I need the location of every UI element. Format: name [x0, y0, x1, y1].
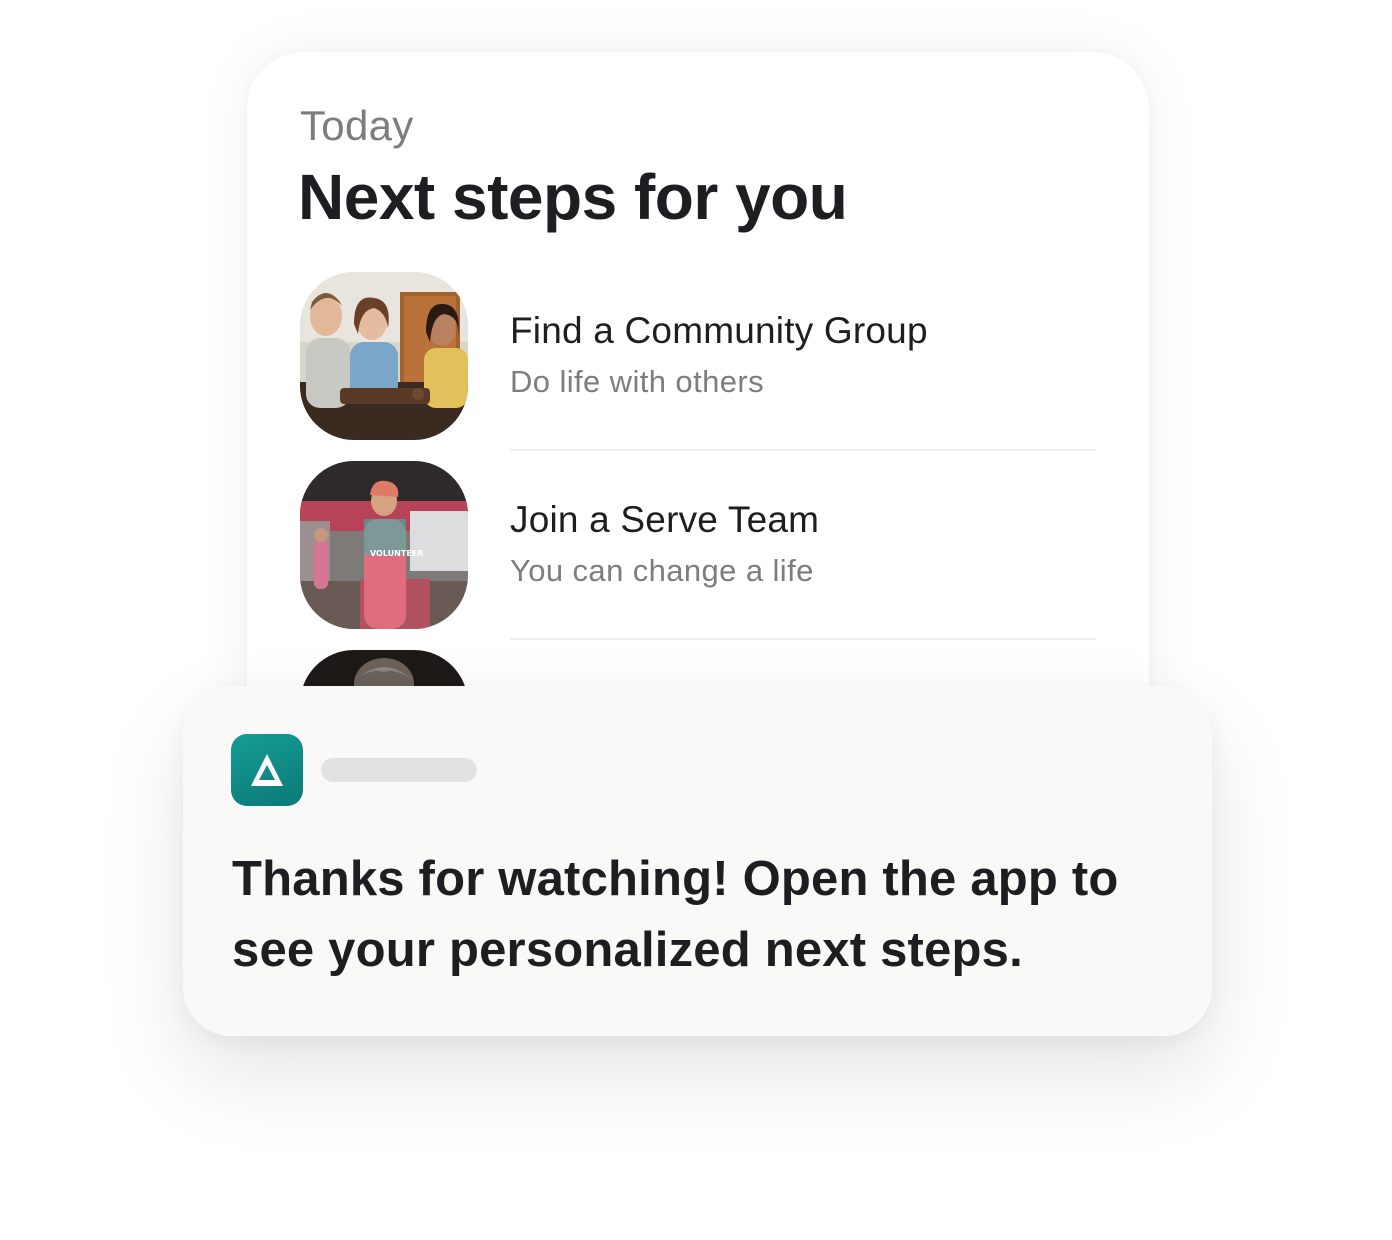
page-title: Next steps for you: [298, 161, 848, 233]
step-title: Join a Serve Team: [510, 499, 820, 540]
volunteer-photo: VOLUNTEER: [300, 461, 468, 629]
step-subtitle: Do life with others: [510, 364, 764, 399]
divider: [510, 449, 1096, 451]
step-title: Find a Community Group: [510, 310, 928, 351]
stage: Today Next steps for you Find a Communit…: [0, 0, 1392, 1240]
step-item-serve-team[interactable]: VOLUNTEER Join a Serve Team You can chan…: [300, 461, 1100, 640]
delta-app-icon: [231, 734, 303, 806]
step-item-community-group[interactable]: Find a Community Group Do life with othe…: [300, 272, 1100, 451]
notification-message: Thanks for watching! Open the app to see…: [232, 852, 1119, 977]
step-text: Join a Serve Team You can change a life: [510, 499, 819, 589]
step-subtitle: You can change a life: [510, 553, 814, 588]
step-text: Find a Community Group Do life with othe…: [510, 310, 928, 400]
people-at-table-photo: [300, 272, 468, 440]
volunteer-shirt-text: VOLUNTEER: [370, 549, 423, 558]
divider: [510, 638, 1096, 640]
notification-card[interactable]: Thanks for watching! Open the app to see…: [183, 686, 1212, 1036]
section-label: Today: [300, 102, 414, 149]
app-name-placeholder: [321, 758, 477, 782]
next-steps-card: Today Next steps for you Find a Communit…: [247, 52, 1149, 752]
